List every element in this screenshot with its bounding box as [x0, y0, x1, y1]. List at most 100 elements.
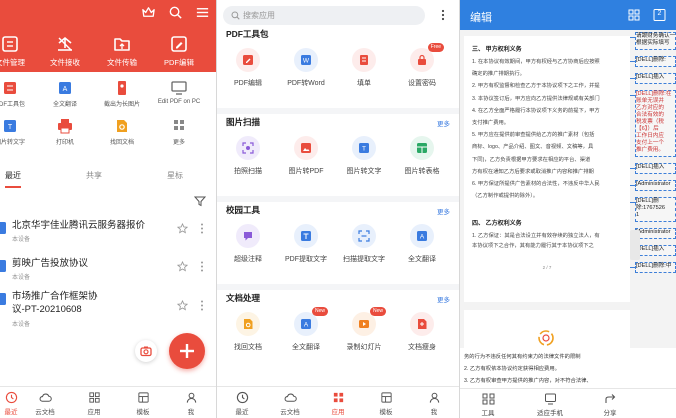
app-tile[interactable]: A New 全文翻译 — [278, 307, 334, 352]
app-tile[interactable]: PDF编辑 — [220, 48, 276, 88]
star-icon[interactable] — [177, 261, 188, 272]
more-vert-icon[interactable] — [200, 223, 204, 234]
comment-box[interactable]: [Administrator — [635, 228, 676, 239]
file-doc-icon — [0, 222, 6, 234]
tab-recent[interactable]: 最近 — [5, 170, 21, 181]
tool-label: 打印机 — [55, 140, 74, 146]
comment-box[interactable]: [Administrator — [635, 180, 676, 191]
comment-text: [DELL]插入 — [636, 74, 665, 80]
image-to-text-icon: T — [359, 143, 369, 153]
view-grid-icon[interactable] — [628, 9, 640, 21]
nav-apps[interactable]: 应用 — [79, 391, 109, 416]
app-tile[interactable]: 文档瘦身 — [394, 312, 450, 352]
nav-apps[interactable]: 应用 — [323, 391, 353, 416]
page-count-badge[interactable]: 2 — [653, 9, 666, 21]
tab-starred[interactable]: 星标 — [167, 170, 183, 181]
app-logo-icon — [536, 328, 556, 348]
lock-icon — [418, 54, 426, 65]
more-vert-icon[interactable] — [441, 9, 445, 21]
nav-cloud-docs[interactable]: 云文档 — [275, 391, 305, 416]
doc-line: 确定的推广排期执行。 — [472, 71, 525, 78]
section-title: 文档处理 — [226, 293, 261, 303]
more-vert-icon[interactable] — [200, 300, 204, 311]
app-tile[interactable]: W PDF转Word — [278, 48, 334, 88]
section-more-link[interactable]: 更多 — [437, 118, 450, 128]
toolbar-tools[interactable]: 工具 — [468, 393, 508, 417]
toolbar-label: 工具 — [481, 410, 495, 417]
nav-templates[interactable]: 模板 — [128, 391, 158, 416]
file-location: 本设备 — [12, 322, 31, 328]
nav-templates[interactable]: 模板 — [371, 391, 401, 416]
nav-cloud-docs[interactable]: 云文档 — [30, 391, 60, 416]
app-tile[interactable]: A 全文翻译 — [394, 224, 450, 264]
comment-box[interactable]: [DELL]插入 — [635, 245, 676, 256]
doc-line: 方有权在通知乙方后要求或取消推广内容和推广排期 — [472, 168, 594, 175]
comment-box[interactable]: [DELL]删除:在 账单无误并 乙方对应的 合法有效的 税发票（税 【6】）后 工作日内应… — [635, 90, 676, 157]
toolbar-share[interactable]: 分享 — [590, 393, 630, 417]
star-icon[interactable] — [177, 300, 188, 311]
app-tile[interactable]: PDF提取文字 — [278, 224, 334, 264]
file-title: 议-PT-20210608 — [12, 304, 82, 315]
app-tile[interactable]: New 录制幻灯片 — [336, 307, 392, 352]
tool-more[interactable]: 更多 — [152, 118, 206, 146]
comment-box[interactable]: [DELL]删 除:1767526 1 — [635, 197, 676, 222]
nav-label: 云文档 — [280, 409, 300, 416]
tool-pc-edit[interactable]: Edit PDF on PC — [152, 80, 206, 105]
tool-pdf-kit[interactable]: PDF工具包 — [0, 80, 37, 108]
pdf-kit-icon — [1, 80, 19, 96]
tool-translate[interactable]: A 全文翻译 — [38, 80, 92, 108]
app-search-input[interactable] — [243, 8, 413, 23]
document-page[interactable]: 三、 甲方权利义务 1. 在本协议有效期间，甲方有权经与乙方协商后应按照 确定的… — [464, 36, 630, 302]
nav-me[interactable]: 我 — [176, 391, 206, 416]
filter-icon[interactable] — [194, 195, 206, 207]
app-tile[interactable]: 填单 — [336, 48, 392, 88]
app-tile[interactable]: 拍照扫描 — [220, 136, 276, 176]
app-label: 图片转表格 — [404, 168, 440, 175]
app-label: 超级注释 — [234, 256, 262, 263]
app-icon-circle: T — [352, 136, 376, 160]
app-search-box[interactable] — [223, 6, 425, 25]
app-tile[interactable]: Free 设置密码 — [394, 43, 450, 88]
crown-icon[interactable] — [141, 5, 156, 20]
tool-printer[interactable]: 打印机 — [38, 118, 92, 146]
comment-box[interactable]: [DELL]插入 — [635, 163, 676, 174]
comment-box[interactable]: [DELL]插入 — [635, 73, 676, 84]
header-tool-file-receive[interactable]: 文件接收 — [38, 34, 92, 68]
comment-box[interactable]: [DELL]删除:中 — [635, 262, 676, 273]
search-icon[interactable] — [168, 5, 183, 20]
tool-label: 全文翻译 — [52, 102, 77, 108]
create-new-button[interactable] — [169, 333, 205, 369]
app-tile[interactable]: 超级注释 — [220, 224, 276, 264]
app-tile[interactable]: 图片转PDF — [278, 136, 334, 176]
section-more-link[interactable]: 更多 — [437, 206, 450, 216]
comment-box[interactable]: [DELL]删除: — [635, 56, 676, 67]
tool-image-to-text[interactable]: T 图片转文字 — [0, 118, 37, 146]
app-tile[interactable]: 扫描提取文字 — [336, 224, 392, 264]
app-tile[interactable]: T 图片转文字 — [336, 136, 392, 176]
tool-label: 找回文档 — [109, 140, 134, 146]
camera-scan-button[interactable] — [135, 340, 157, 362]
more-vert-icon[interactable] — [200, 261, 204, 272]
tool-recover-doc[interactable]: 找回文档 — [95, 118, 149, 146]
drag-handle[interactable] — [630, 230, 640, 260]
header-tool-pdf-edit[interactable]: PDF编辑 — [152, 34, 206, 68]
nav-me[interactable]: 我 — [419, 391, 449, 416]
tool-label: 更多 — [172, 140, 185, 146]
header-tool-file-manage[interactable]: 文件管理 — [0, 34, 37, 68]
pdf-extract-icon — [301, 231, 311, 241]
menu-icon[interactable] — [195, 5, 210, 20]
header-tool-file-transfer[interactable]: 文件传输 — [95, 34, 149, 68]
nav-recent[interactable]: 最近 — [227, 391, 257, 416]
comment-connector — [630, 61, 636, 62]
page-number: 2 / 7 — [542, 265, 552, 270]
app-tile[interactable]: 图片转表格 — [394, 136, 450, 176]
tool-long-image[interactable]: 截出为长图片 — [95, 80, 149, 108]
nav-recent[interactable]: 最近 — [0, 391, 26, 416]
tab-shared[interactable]: 共享 — [86, 170, 102, 181]
comment-box[interactable]: 请跟财务确认一 根据实际填写 — [635, 32, 676, 50]
toolbar-fit-phone[interactable]: 适应手机 — [530, 393, 570, 417]
app-tile[interactable]: 找回文档 — [220, 312, 276, 352]
section-more-link[interactable]: 更多 — [437, 294, 450, 304]
star-icon[interactable] — [177, 223, 188, 234]
document-canvas[interactable]: 三、 甲方权利义务 1. 在本协议有效期间，甲方有权经与乙方协商后应按照 确定的… — [460, 30, 676, 370]
